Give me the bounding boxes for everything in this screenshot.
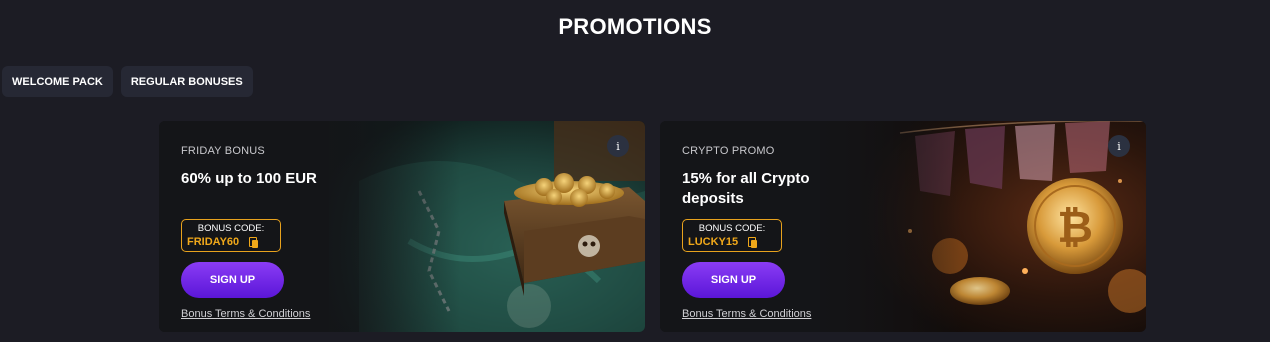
bonus-code-row: LUCKY15 bbox=[688, 236, 776, 248]
promo-tabs: WELCOME PACK REGULAR BONUSES bbox=[2, 66, 253, 97]
promo-card-friday: i FRIDAY BONUS 60% up to 100 EUR BONUS C… bbox=[159, 121, 645, 332]
info-icon[interactable]: i bbox=[607, 135, 629, 157]
promo-card-crypto: ₿ i CRYPTO PROMO 15% for all Crypto depo… bbox=[660, 121, 1146, 332]
bonus-terms-link[interactable]: Bonus Terms & Conditions bbox=[682, 308, 811, 320]
page-title: PROMOTIONS bbox=[558, 14, 712, 39]
bonus-code-title: BONUS CODE: bbox=[698, 223, 766, 234]
promo-category: CRYPTO PROMO bbox=[682, 145, 775, 157]
tab-regular-bonuses[interactable]: REGULAR BONUSES bbox=[120, 66, 253, 97]
bonus-code-box[interactable]: BONUS CODE: FRIDAY60 bbox=[181, 219, 281, 252]
bonus-terms-link[interactable]: Bonus Terms & Conditions bbox=[181, 308, 310, 320]
promo-category: FRIDAY BONUS bbox=[181, 145, 265, 157]
bonus-code-value: LUCKY15 bbox=[688, 236, 739, 248]
tab-welcome-pack[interactable]: WELCOME PACK bbox=[2, 66, 113, 97]
bonus-code-title: BONUS CODE: bbox=[197, 223, 265, 234]
sign-up-button[interactable]: SIGN UP bbox=[682, 262, 785, 298]
sign-up-button[interactable]: SIGN UP bbox=[181, 262, 284, 298]
bonus-code-value: FRIDAY60 bbox=[187, 236, 240, 248]
bonus-code-box[interactable]: BONUS CODE: LUCKY15 bbox=[682, 219, 782, 252]
bonus-code-row: FRIDAY60 bbox=[187, 236, 275, 248]
promo-offer: 60% up to 100 EUR bbox=[181, 170, 317, 187]
info-icon[interactable]: i bbox=[1108, 135, 1130, 157]
copy-icon[interactable] bbox=[748, 236, 758, 248]
copy-icon[interactable] bbox=[249, 236, 259, 248]
promo-offer: 15% for all Crypto deposits bbox=[682, 170, 810, 207]
